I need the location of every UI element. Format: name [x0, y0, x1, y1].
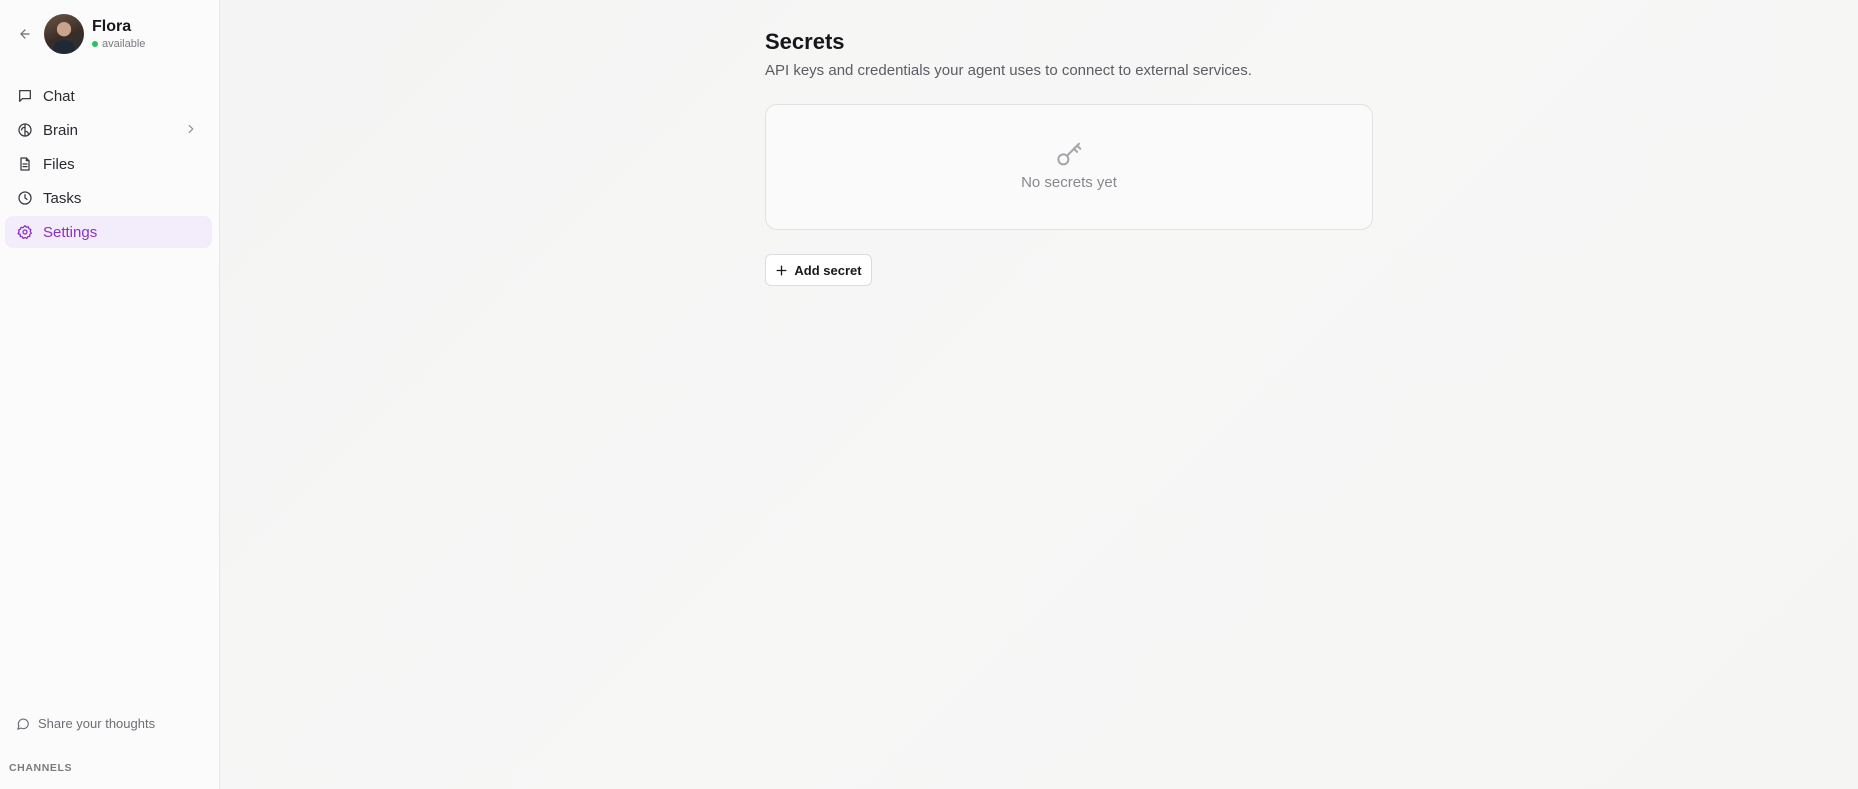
channels-heading: CHANNELS — [9, 762, 73, 774]
arrow-left-icon — [20, 29, 30, 39]
share-feedback-link[interactable]: Share your thoughts — [16, 716, 155, 731]
file-icon — [17, 156, 33, 172]
sidebar-item-label: Brain — [43, 121, 79, 139]
status-indicator: available — [92, 37, 145, 51]
page-title: Secrets — [765, 29, 845, 54]
gear-icon — [17, 224, 33, 240]
plus-icon — [775, 264, 788, 277]
main-content: Secrets API keys and credentials your ag… — [220, 0, 1858, 789]
clock-icon — [17, 190, 33, 206]
chat-bubble-icon — [17, 88, 33, 104]
sidebar-item-brain[interactable]: Brain — [5, 114, 212, 146]
empty-state-text: No secrets yet — [1021, 173, 1117, 191]
key-icon — [1054, 140, 1084, 170]
agent-profile: Flora available — [14, 14, 145, 54]
chevron-right-icon[interactable] — [184, 122, 200, 138]
sidebar-item-settings[interactable]: Settings — [5, 216, 212, 248]
avatar[interactable] — [44, 14, 84, 54]
app-window: Flora available Chat Brain Files Tasks S… — [0, 0, 1858, 789]
feedback-label: Share your thoughts — [38, 716, 156, 731]
agent-name: Flora — [92, 18, 132, 35]
sidebar-item-label: Files — [43, 155, 75, 173]
sidebar-nav: Chat Brain Files Tasks Settings — [5, 80, 212, 250]
sidebar-item-label: Chat — [43, 87, 75, 105]
add-secret-label: Add secret — [794, 262, 862, 278]
sidebar-item-tasks[interactable]: Tasks — [5, 182, 212, 214]
sidebar-item-label: Settings — [43, 223, 98, 241]
status-text: available — [102, 38, 146, 50]
page-subtitle: API keys and credentials your agent uses… — [765, 62, 1252, 79]
empty-state-card: No secrets yet — [765, 104, 1373, 230]
brain-icon — [17, 122, 33, 138]
message-circle-icon — [16, 717, 30, 731]
secrets-section: Secrets API keys and credentials your ag… — [765, 28, 1375, 286]
back-button[interactable] — [14, 23, 36, 45]
status-dot — [92, 41, 98, 47]
sidebar-item-files[interactable]: Files — [5, 148, 212, 180]
sidebar: Flora available Chat Brain Files Tasks S… — [0, 0, 220, 789]
sidebar-item-label: Tasks — [43, 189, 82, 207]
add-secret-button[interactable]: Add secret — [765, 254, 872, 286]
profile-info: Flora available — [92, 17, 145, 51]
sidebar-item-chat[interactable]: Chat — [5, 80, 212, 112]
